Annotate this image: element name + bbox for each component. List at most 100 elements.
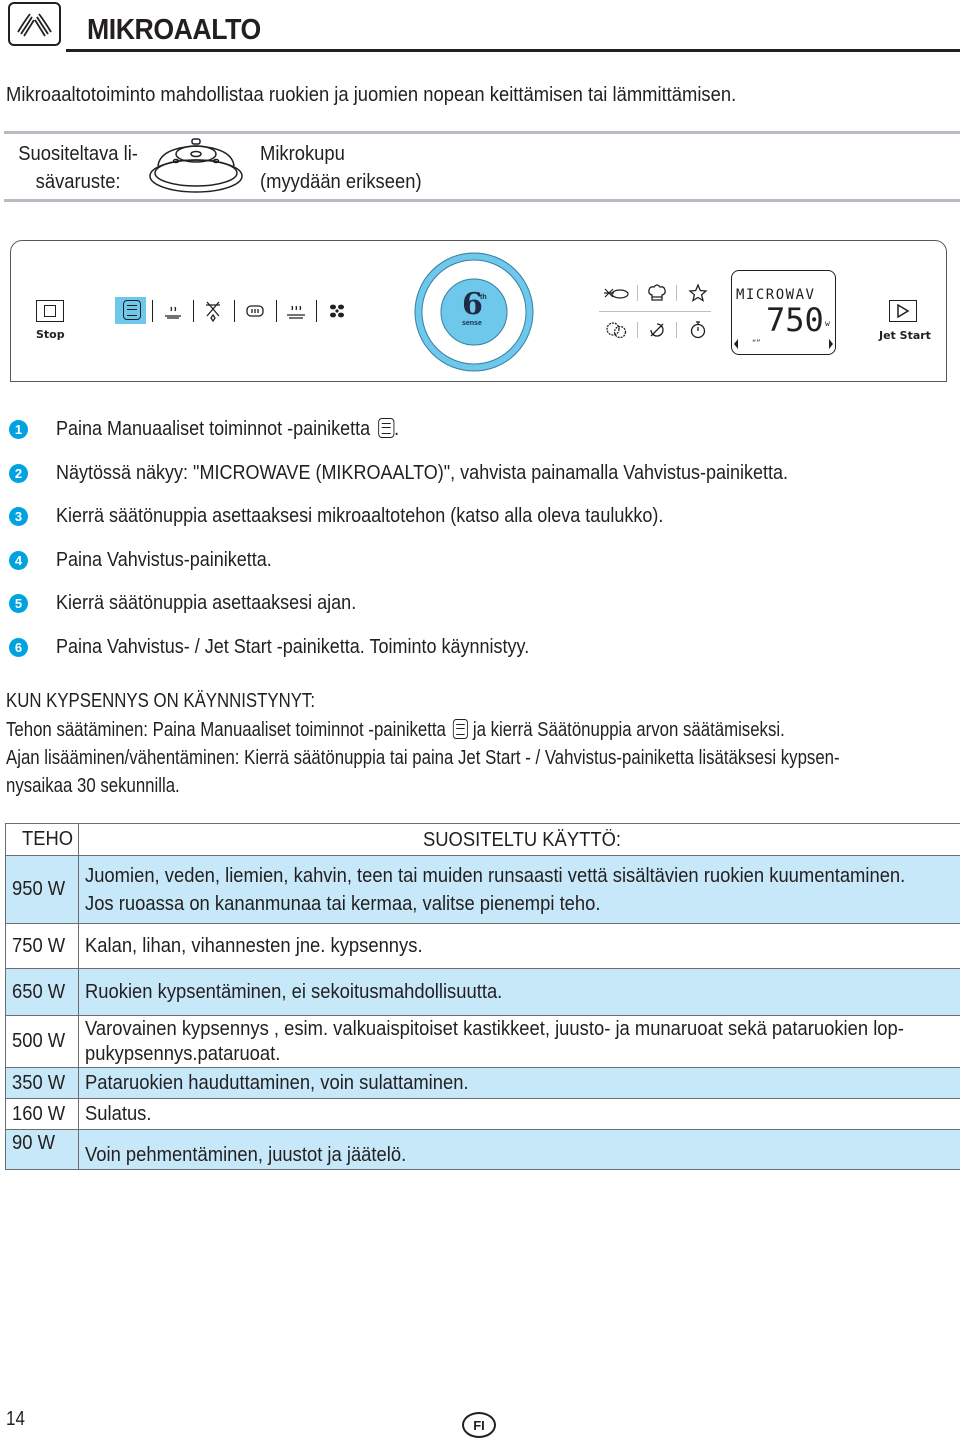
separator xyxy=(637,285,638,301)
power-adjust-before: Tehon säätäminen: Paina Manuaaliset toim… xyxy=(6,719,446,741)
after-start-heading: KUN KYPSENNYS ON KÄYNNISTYNYT: xyxy=(6,690,316,712)
power-cell: 950 W xyxy=(5,855,79,924)
table-row: 90 W Voin pehmentäminen, juustot ja jäät… xyxy=(5,1129,960,1170)
page-number: 14 xyxy=(6,1408,25,1430)
power-value: 160 W xyxy=(12,1102,66,1125)
use-cell: Sulatus. xyxy=(77,1098,960,1130)
header-power-text: TEHO xyxy=(22,828,74,850)
jet-start-button[interactable] xyxy=(889,300,917,322)
power-value: 950 W xyxy=(12,878,66,900)
accessory-label: Suositeltava li- sävaruste: xyxy=(16,140,140,196)
step-number: 1 xyxy=(9,420,28,439)
use-text: Kalan, lihan, vihannesten jne. kypsennys… xyxy=(84,935,423,957)
use-cell: Pataruokien hauduttaminen, voin sulattam… xyxy=(77,1067,960,1099)
power-value: 750 W xyxy=(12,934,66,957)
page-title: MIKROAALTO xyxy=(87,14,261,46)
step-text-suffix: . xyxy=(394,418,400,440)
table-row: 500 W Varovainen kypsennys , esim. valku… xyxy=(5,1015,960,1068)
bread-defrost-icon[interactable] xyxy=(602,282,630,304)
use-text: Pataruokien hauduttaminen, voin sulattam… xyxy=(84,1072,469,1094)
grill-crisp-icon[interactable] xyxy=(242,298,268,324)
time-adjust-line: nysaikaa 30 sekunnilla. xyxy=(6,775,180,797)
header-use-text: SUOSITELTU KÄYTTÖ: xyxy=(422,828,621,851)
step-text: Näytössä näkyy: "MICROWAVE (MIKROAALTO)"… xyxy=(56,461,789,484)
power-cell: 650 W xyxy=(5,968,79,1016)
separator xyxy=(234,300,235,322)
display-left-arrow-icon xyxy=(734,339,738,349)
title-underline xyxy=(66,49,960,52)
table-header-row: TEHO SUOSITELTU KÄYTTÖ: xyxy=(5,823,960,856)
power-adjust-text: Tehon säätäminen: Paina Manuaaliset toim… xyxy=(6,719,785,742)
table-row: 160 W Sulatus. xyxy=(5,1098,960,1130)
defrost-icon[interactable] xyxy=(200,298,226,324)
star-icon[interactable] xyxy=(685,281,711,305)
accessory-name: Mikrokupu (myydään erikseen) xyxy=(260,140,422,196)
timer-icon[interactable] xyxy=(685,318,711,342)
display-power-value: 750 xyxy=(766,301,824,339)
sixth-sense-knob[interactable]: 6 th sense xyxy=(412,250,536,374)
display-indicator-icon: “” xyxy=(752,339,761,347)
use-text: Sulatus. xyxy=(84,1103,152,1125)
separator xyxy=(676,285,677,301)
use-cell: Varovainen kypsennys , esim. valkuaispit… xyxy=(77,1015,960,1068)
power-cell: 750 W xyxy=(5,923,79,969)
separator xyxy=(276,300,277,322)
use-text: Juomien, veden, liemien, kahvin, teen ta… xyxy=(84,864,905,887)
power-table: TEHO SUOSITELTU KÄYTTÖ: 950 W Juomien, v… xyxy=(5,823,960,1170)
step-number: 2 xyxy=(9,463,28,483)
step-number: 3 xyxy=(9,507,28,526)
auto-clean-icon[interactable] xyxy=(644,318,670,342)
power-adjust-after: ja kierrä Säätönuppia arvon säätämiseksi… xyxy=(472,719,785,741)
power-cell: 90 W xyxy=(5,1129,79,1170)
steam-icon[interactable] xyxy=(160,298,186,324)
gears-icon[interactable] xyxy=(603,318,629,342)
manual-functions-icon xyxy=(453,719,469,739)
power-value: 500 W xyxy=(12,1030,66,1052)
header-power: TEHO xyxy=(5,823,79,856)
power-cell: 160 W xyxy=(5,1098,79,1130)
stop-icon xyxy=(44,305,56,317)
power-cell: 350 W xyxy=(5,1067,79,1099)
divider xyxy=(599,311,711,312)
divider xyxy=(4,199,960,202)
microwave-cover-icon xyxy=(148,136,244,196)
power-value: 650 W xyxy=(12,980,66,1003)
accessory-label-line: Suositeltava li- xyxy=(18,143,138,165)
use-cell: Ruokien kypsentäminen, ei sekoitusmahdol… xyxy=(77,968,960,1016)
accessory-name-line: (myydään erikseen) xyxy=(260,171,422,193)
use-cell: Voin pehmentäminen, juustot ja jäätelö. xyxy=(77,1129,960,1170)
step-text: Kierrä säätönuppia asettaaksesi mikroaal… xyxy=(56,505,664,527)
table-row: 350 W Pataruokien hauduttaminen, voin su… xyxy=(5,1067,960,1099)
time-adjust-line: Ajan lisääminen/vähentäminen: Kierrä sää… xyxy=(6,747,840,769)
table-row: 750 W Kalan, lihan, vihannesten jne. kyp… xyxy=(5,923,960,969)
display-screen: MICROWAV 750 w “” xyxy=(731,270,836,355)
power-value: 350 W xyxy=(12,1071,66,1094)
chef-hat-icon[interactable] xyxy=(644,281,670,305)
knob-label-sub: sense xyxy=(462,320,482,327)
step-text: Paina Manuaaliset toiminnot -painiketta … xyxy=(56,418,399,441)
table-row: 950 W Juomien, veden, liemien, kahvin, t… xyxy=(5,855,960,924)
separator xyxy=(316,300,317,322)
use-text: Ruokien kypsentäminen, ei sekoitusmahdol… xyxy=(84,981,502,1003)
display-power-unit: w xyxy=(825,319,830,328)
manual-functions-button[interactable] xyxy=(115,297,146,324)
manual-functions-icon xyxy=(377,418,395,438)
accessory-name-line: Mikrokupu xyxy=(260,143,345,165)
steam-crisp-icon[interactable] xyxy=(283,298,309,324)
divider xyxy=(4,131,960,134)
play-icon xyxy=(897,304,910,318)
step-text: Paina Vahvistus-painiketta. xyxy=(56,548,272,571)
stop-label: Stop xyxy=(36,328,65,341)
step-number: 5 xyxy=(9,594,28,613)
use-text: pukypsennys.pataruoat. xyxy=(84,1042,280,1065)
separator xyxy=(152,300,153,322)
use-cell: Kalan, lihan, vihannesten jne. kypsennys… xyxy=(77,923,960,969)
knob-label-sup: th xyxy=(480,294,487,301)
language-badge: FI xyxy=(462,1412,496,1438)
stop-button[interactable] xyxy=(36,300,64,322)
step-number: 4 xyxy=(9,550,28,570)
fan-icon[interactable] xyxy=(324,298,350,324)
use-text: Jos ruoassa on kananmunaa tai kermaa, va… xyxy=(84,892,601,915)
use-cell: Juomien, veden, liemien, kahvin, teen ta… xyxy=(77,855,960,924)
manual-functions-icon xyxy=(123,300,141,320)
